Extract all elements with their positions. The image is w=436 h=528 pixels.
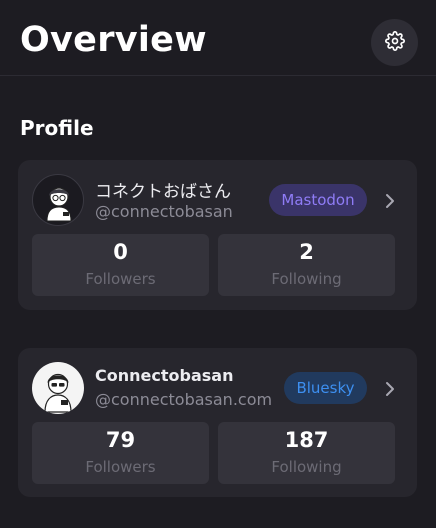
settings-button[interactable] bbox=[371, 19, 418, 66]
avatar bbox=[32, 174, 84, 226]
service-badge-bluesky: Bluesky bbox=[284, 372, 367, 404]
header-bar: Overview bbox=[0, 0, 436, 76]
following-label: Following bbox=[271, 458, 342, 476]
chevron-right-icon[interactable] bbox=[384, 381, 396, 401]
chevron-right-icon[interactable] bbox=[384, 193, 396, 213]
account-handle: @connectobasan bbox=[95, 202, 233, 221]
account-card-bluesky[interactable]: Connectobasan @connectobasan.com Bluesky… bbox=[18, 348, 417, 497]
following-stat[interactable]: 2 Following bbox=[218, 234, 395, 296]
account-handle: @connectobasan.com bbox=[95, 390, 273, 409]
following-count: 2 bbox=[299, 240, 314, 264]
account-display-name: Connectobasan bbox=[95, 366, 234, 385]
avatar bbox=[32, 362, 84, 414]
followers-count: 79 bbox=[105, 428, 136, 452]
followers-stat[interactable]: 79 Followers bbox=[32, 422, 209, 484]
page-title: Overview bbox=[20, 20, 207, 60]
following-label: Following bbox=[271, 270, 342, 288]
followers-label: Followers bbox=[85, 270, 156, 288]
account-card-mastodon[interactable]: コネクトおばさん @connectobasan Mastodon 0 Follo… bbox=[18, 160, 417, 310]
section-title-profile: Profile bbox=[20, 116, 94, 140]
gear-icon bbox=[384, 30, 405, 55]
followers-stat[interactable]: 0 Followers bbox=[32, 234, 209, 296]
followers-count: 0 bbox=[113, 240, 128, 264]
service-badge-mastodon: Mastodon bbox=[269, 184, 367, 216]
followers-label: Followers bbox=[85, 458, 156, 476]
following-count: 187 bbox=[284, 428, 329, 452]
account-display-name: コネクトおばさん bbox=[95, 182, 231, 202]
following-stat[interactable]: 187 Following bbox=[218, 422, 395, 484]
